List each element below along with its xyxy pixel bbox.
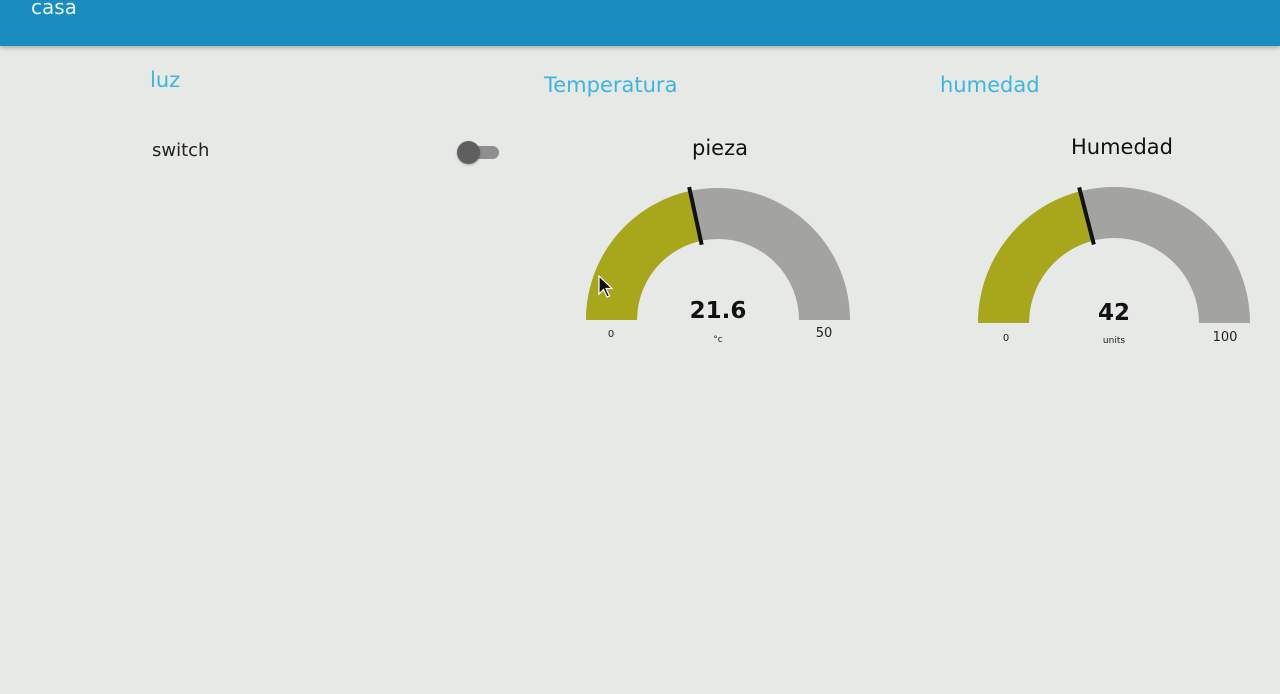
gauge-units: °c bbox=[713, 335, 723, 345]
gauge-max-label: 50 bbox=[816, 326, 833, 341]
gauge-title-pieza: pieza bbox=[692, 136, 748, 160]
mouse-pointer-icon bbox=[598, 275, 614, 298]
temperature-gauge: 21.6 °c 0 50 bbox=[586, 186, 850, 345]
gauge-title-humedad: Humedad bbox=[1070, 135, 1174, 159]
gauge-min-label: 0 bbox=[1003, 333, 1009, 344]
light-switch-toggle[interactable] bbox=[457, 141, 501, 164]
top-bar: casa bbox=[0, 0, 1280, 46]
gauge-value: 21.6 bbox=[690, 298, 747, 324]
gauge-fill bbox=[978, 191, 1093, 323]
gauge-fill bbox=[586, 191, 701, 320]
switch-label: switch bbox=[152, 140, 210, 161]
group-title-temperatura: Temperatura bbox=[544, 73, 678, 97]
toggle-knob bbox=[457, 141, 480, 164]
app-title: casa bbox=[31, 0, 77, 19]
gauge-max-label: 100 bbox=[1213, 330, 1238, 345]
group-title-luz: luz bbox=[150, 68, 181, 92]
humidity-gauge: 42 units 0 100 bbox=[978, 186, 1250, 346]
gauge-units: units bbox=[1103, 336, 1125, 346]
gauge-min-label: 0 bbox=[608, 329, 614, 340]
group-title-humedad: humedad bbox=[940, 73, 1040, 97]
gauge-value: 42 bbox=[1098, 300, 1130, 326]
